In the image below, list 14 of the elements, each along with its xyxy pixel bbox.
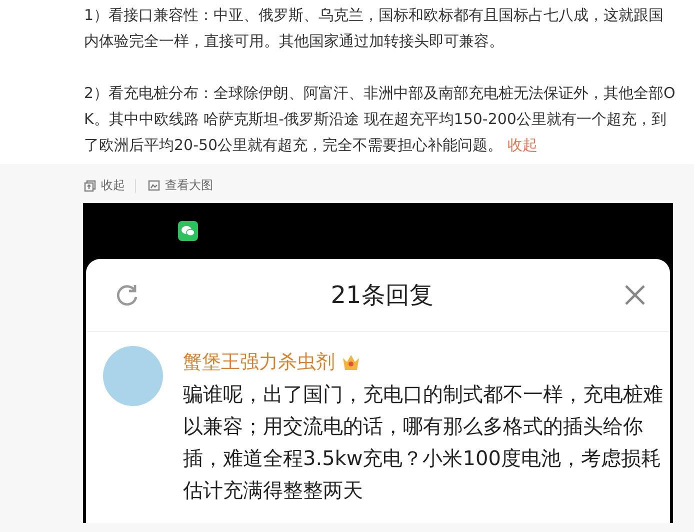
image-icon [148,180,160,192]
refresh-icon[interactable] [114,282,140,308]
chat-app-icon [178,221,198,241]
article-paragraph: 1）看接口兼容性：中亚、俄罗斯、乌克兰，国标和欧标都有且国标占七八成，这就跟国内体验完全一样，直接可用。其他国家通过加转接头即可兼容。 [84,5,665,52]
comment-text: 骗谁呢，出了国门，充电口的制式都不一样，充电桩难以兼容；用交流电的话，哪有那么多格式的插头给你插，难道全程3.5kw充电？小米100度电池，考虑损耗估计充满得整整两天 [183,381,664,504]
collapse-button[interactable]: 收起 [84,177,135,194]
close-icon[interactable] [624,284,646,306]
crown-icon [341,353,361,371]
article-paragraph: 2）看充电桩分布：全球除伊朗、阿富汗、非洲中部及南部充电桩无法保证外，其他全部OK。其中中欧线路 哈萨克斯坦-俄罗斯沿途 现在超充平均150-200公里就有一个超充，到了欧洲后平均20-50公里就有超充，完全不需要担心补能问题。 收起 [84,83,676,156]
collapse-icon [84,180,96,192]
sheet-title: 21条回复 [330,280,434,311]
collapse-link[interactable]: 收起 [507,136,538,154]
author-name[interactable]: 蟹堡王强力杀虫剂 [183,349,335,375]
view-image-button[interactable]: 查看大图 [148,177,223,194]
